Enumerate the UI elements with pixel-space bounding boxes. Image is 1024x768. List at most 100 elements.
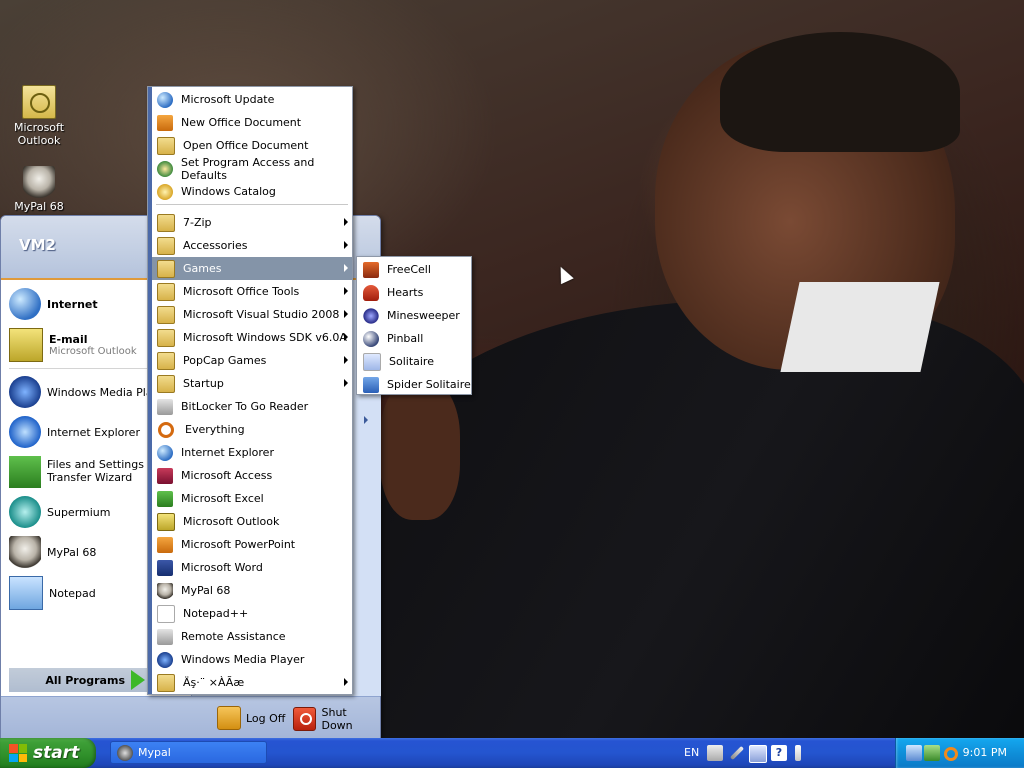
notepadpp-icon [157,604,175,623]
desktop-icon-mypal[interactable]: MyPal 68 [4,166,74,213]
shut-down-button[interactable]: Shut Down [293,706,380,732]
menu-item-media-player[interactable]: Windows Media Player [152,648,352,671]
recent-transfer-wizard[interactable]: Files and Settings Transfer Wizard [9,456,151,488]
media-player-icon [9,376,41,408]
raccoon-icon [157,582,173,599]
menu-item-label: MyPal 68 [181,584,231,597]
menu-item-pinball[interactable]: Pinball [357,327,471,350]
settings-icon[interactable] [749,745,767,763]
user-name: VM2 [19,236,56,254]
power-icon [293,707,317,731]
menu-item-label: Microsoft Excel [181,492,264,505]
menu-item-accessories[interactable]: Accessories [152,234,352,257]
menu-item-windows-sdk[interactable]: Microsoft Windows SDK v6.0A [152,326,352,349]
chevron-right-icon [344,264,348,272]
menu-item-microsoft-update[interactable]: Microsoft Update [152,88,352,111]
menu-item-hearts[interactable]: Hearts [357,281,471,304]
menu-item-set-program-access[interactable]: Set Program Access and Defaults [152,156,352,182]
menu-item-label: Games [183,262,222,275]
menu-item-bitlocker[interactable]: BitLocker To Go Reader [152,395,352,418]
menu-item-outlook[interactable]: Microsoft Outlook [152,510,352,533]
excel-icon [157,490,173,507]
expand-chevron-icon[interactable] [364,416,368,424]
menu-item-7zip[interactable]: 7-Zip [152,211,352,234]
transfer-wizard-icon [9,456,41,488]
menu-item-visual-studio[interactable]: Microsoft Visual Studio 2008 [152,303,352,326]
taskbar-button-mypal[interactable]: Mypal [110,741,267,764]
pinned-email[interactable]: E-mail Microsoft Outlook [9,328,137,362]
search-icon[interactable] [944,747,958,761]
menu-item-everything[interactable]: Everything [152,418,352,441]
wallpaper-figure-suit [380,300,1024,740]
menu-item-minesweeper[interactable]: Minesweeper [357,304,471,327]
folder-icon [157,351,175,370]
menu-item-excel[interactable]: Microsoft Excel [152,487,352,510]
recent-notepad[interactable]: Notepad [9,576,96,610]
options-icon[interactable] [795,745,801,761]
all-programs-button[interactable]: All Programs [9,668,149,692]
pinned-internet[interactable]: Internet [9,288,98,320]
key-icon [217,706,241,730]
menu-item-word[interactable]: Microsoft Word [152,556,352,579]
windows-logo-icon [9,744,27,762]
menu-item-access[interactable]: Microsoft Access [152,464,352,487]
keyboard-icon[interactable] [707,745,723,761]
start-label: start [33,743,80,763]
menu-item-windows-catalog[interactable]: Windows Catalog [152,180,352,203]
start-menu-footer: Log Off Shut Down [1,696,380,739]
menu-item-popcap-games[interactable]: PopCap Games [152,349,352,372]
supermium-icon [9,496,41,528]
menu-item-spider-solitaire[interactable]: Spider Solitaire [357,373,471,396]
help-icon[interactable]: ? [771,745,787,761]
desktop-icon-label: MyPal 68 [14,200,64,213]
minesweeper-icon [363,307,379,324]
chevron-right-icon [344,333,348,341]
menu-item-remote-assistance[interactable]: Remote Assistance [152,625,352,648]
menu-item-label: New Office Document [181,116,302,129]
solitaire-icon [363,352,381,371]
pinned-label: E-mail [49,333,88,346]
taskbar-button-label: Mypal [138,746,171,759]
start-button[interactable]: start [0,738,96,768]
menu-item-label: Microsoft Windows SDK v6.0A [183,331,347,344]
menu-item-games[interactable]: Games [152,257,352,280]
menu-item-open-office-document[interactable]: Open Office Document [152,134,352,157]
recent-internet-explorer[interactable]: Internet Explorer [9,416,140,448]
wallpaper-figure-hand [380,380,460,520]
bitlocker-icon [157,398,173,415]
ie-icon [9,416,41,448]
spider-solitaire-icon [363,376,379,393]
menu-item-startup[interactable]: Startup [152,372,352,395]
pinned-label: Internet [47,297,98,311]
menu-item-internet-explorer[interactable]: Internet Explorer [152,441,352,464]
remote-assistance-icon [157,628,173,645]
menu-item-powerpoint[interactable]: Microsoft PowerPoint [152,533,352,556]
desktop-icon-outlook[interactable]: Microsoft Outlook [4,85,74,147]
clock[interactable]: 9:01 PM [963,746,1007,759]
menu-divider [156,204,348,205]
pinned-sublabel: Microsoft Outlook [49,346,137,357]
word-icon [157,559,173,576]
log-off-label: Log Off [246,711,286,725]
open-folder-icon [157,136,175,155]
menu-item-label: 7-Zip [183,216,212,229]
recent-mypal[interactable]: MyPal 68 [9,536,96,568]
office-doc-icon [157,114,173,131]
menu-item-label: Remote Assistance [181,630,286,643]
recent-supermium[interactable]: Supermium [9,496,111,528]
recent-label: MyPal 68 [47,545,97,559]
recycle-icon[interactable] [924,745,940,761]
menu-item-new-office-document[interactable]: New Office Document [152,111,352,134]
language-indicator[interactable]: EN [684,746,699,759]
wallpaper-figure-collar [780,282,940,372]
menu-item-garbled-folder[interactable]: Äş·¨ ×ÀÃæ [152,671,352,694]
menu-item-office-tools[interactable]: Microsoft Office Tools [152,280,352,303]
menu-item-label: Microsoft Word [181,561,263,574]
menu-item-notepadpp[interactable]: Notepad++ [152,602,352,625]
pen-icon[interactable] [729,745,745,761]
log-off-button[interactable]: Log Off [217,706,285,730]
network-icon[interactable] [906,745,922,761]
menu-item-solitaire[interactable]: Solitaire [357,350,471,373]
menu-item-mypal[interactable]: MyPal 68 [152,579,352,602]
menu-item-freecell[interactable]: FreeCell [357,258,471,281]
